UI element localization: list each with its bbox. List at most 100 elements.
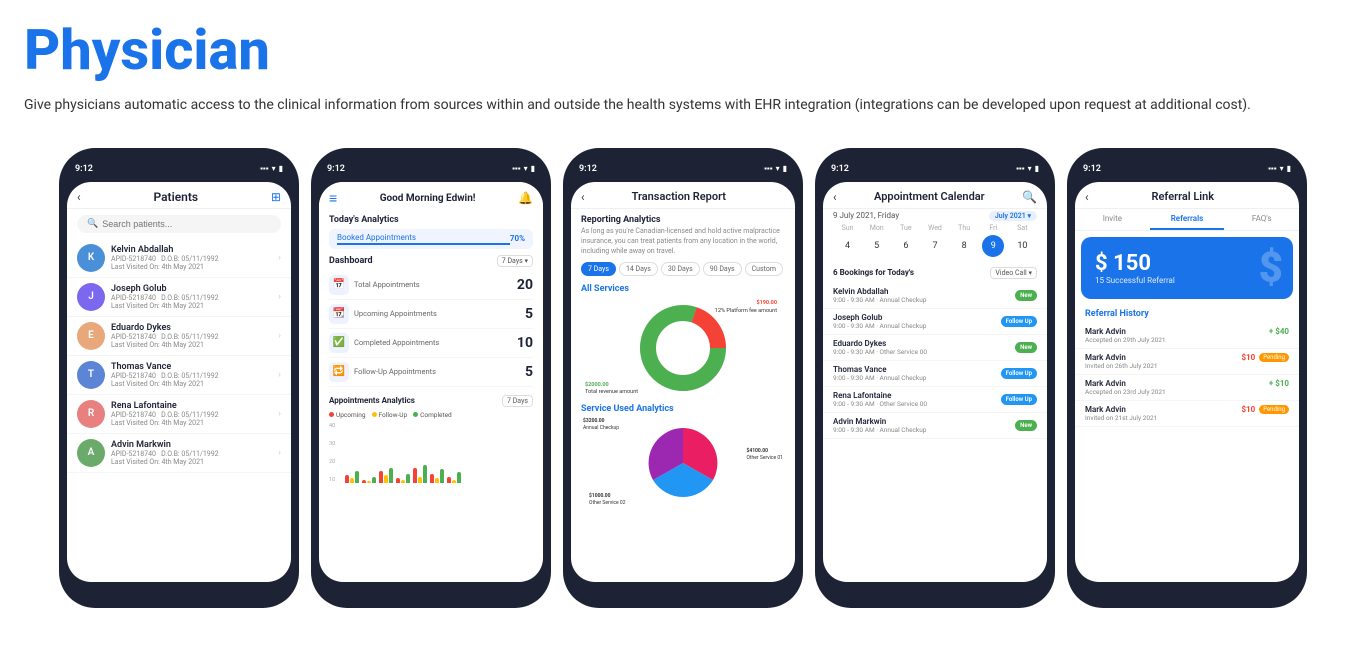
month-badge[interactable]: July 2021 ▾ (989, 211, 1037, 221)
phone-notch-2 (401, 160, 461, 176)
booking-info: Advin Markwin 9:00 - 9:30 AM · Annual Ch… (833, 417, 1015, 434)
patient-arrow-icon: › (278, 292, 281, 302)
phone-notch-4 (905, 160, 965, 176)
booking-info: Rena Lafontaine 9:00 - 9:30 AM · Other S… (833, 391, 1001, 408)
legend-followup: Follow-Up (372, 411, 408, 419)
calendar-search-icon[interactable]: 🔍 (1022, 190, 1037, 204)
patient-list-item[interactable]: E Eduardo Dykes APID-5218740 D.O.B: 05/1… (67, 317, 291, 356)
patient-name: Rena Lafontaine (111, 401, 272, 411)
booking-item[interactable]: Joseph Golub 9:00 - 9:30 AM · Annual Che… (823, 309, 1047, 335)
referral-title: Referral Link (1152, 190, 1215, 203)
legend-completed: Completed (413, 411, 452, 419)
appt-days-filter[interactable]: 7 Days (502, 395, 533, 407)
calendar-title: Appointment Calendar (874, 190, 985, 203)
filter-7days[interactable]: 7 Days (581, 262, 616, 276)
phone-notch-5 (1157, 160, 1217, 176)
booking-patient-name: Joseph Golub (833, 313, 1001, 322)
bar-completed (406, 474, 410, 483)
patient-list-item[interactable]: A Advin Markwin APID-5218740 D.O.B: 05/1… (67, 434, 291, 473)
patient-list: K Kelvin Abdallah APID-5218740 D.O.B: 05… (67, 239, 291, 473)
search-input[interactable] (102, 219, 271, 229)
wifi-icon-2: ▾ (524, 164, 528, 173)
patients-search-bar[interactable]: 🔍 (77, 215, 281, 233)
referral-history-list: Mark Advin + $40 Accepted on 29th July 2… (1075, 323, 1299, 427)
ref-item-header: Mark Advin + $10 (1085, 379, 1289, 388)
signal-icon-1: ▪▪▪ (260, 164, 269, 173)
booking-item[interactable]: Eduardo Dykes 9:00 - 9:30 AM · Other Ser… (823, 335, 1047, 361)
filter-custom[interactable]: Custom (745, 262, 783, 276)
stat-row: 🔁 Follow-Up Appointments 5 (329, 358, 533, 387)
cal-date-7[interactable]: 7 (924, 235, 946, 257)
date-display: 9 July 2021, Friday (833, 211, 899, 220)
patient-info: Thomas Vance APID-5218740 D.O.B: 05/11/1… (111, 362, 272, 388)
stat-row: 📆 Upcoming Appointments 5 (329, 300, 533, 329)
patient-list-item[interactable]: R Rena Lafontaine APID-5218740 D.O.B: 05… (67, 395, 291, 434)
phone-transaction: 9:12 ▪▪▪ ▾ ▮ ‹ Transaction Report Report… (563, 148, 803, 608)
booking-item[interactable]: Rena Lafontaine 9:00 - 9:30 AM · Other S… (823, 387, 1047, 413)
patient-list-item[interactable]: J Joseph Golub APID-5218740 D.O.B: 05/11… (67, 278, 291, 317)
booking-patient-name: Kelvin Abdallah (833, 287, 1015, 296)
patients-header: ‹ Patients ⊞ (67, 182, 291, 209)
dashboard-header: ≡ Good Morning Edwin! 🔔 (319, 182, 543, 211)
cal-date-10[interactable]: 10 (1011, 235, 1033, 257)
patient-arrow-icon: › (278, 370, 281, 380)
video-call-badge[interactable]: Video Call ▾ (990, 267, 1037, 279)
signal-icon-4: ▪▪▪ (1016, 164, 1025, 173)
stat-value: 5 (525, 364, 533, 380)
patient-list-item[interactable]: K Kelvin Abdallah APID-5218740 D.O.B: 05… (67, 239, 291, 278)
cal-date-8[interactable]: 8 (953, 235, 975, 257)
booking-item[interactable]: Thomas Vance 9:00 - 9:30 AM · Annual Che… (823, 361, 1047, 387)
upcoming-dot (329, 412, 334, 417)
booking-item[interactable]: Kelvin Abdallah 9:00 - 9:30 AM · Annual … (823, 283, 1047, 309)
patient-list-item[interactable]: T Thomas Vance APID-5218740 D.O.B: 05/11… (67, 356, 291, 395)
patient-avatar: R (77, 400, 105, 428)
referral-header: ‹ Referral Link (1075, 182, 1299, 209)
back-button-4[interactable]: ‹ (833, 190, 837, 204)
phone-notch-1 (149, 160, 209, 176)
phone-icons-1: ▪▪▪ ▾ ▮ (260, 164, 283, 173)
booking-time-service: 9:00 - 9:30 AM · Annual Checkup (833, 426, 1015, 434)
stat-value: 10 (517, 335, 533, 351)
ref-item-header: Mark Advin $10 Pending (1085, 405, 1289, 414)
filter-30days[interactable]: 30 Days (661, 262, 700, 276)
legend-upcoming: Upcoming (329, 411, 366, 419)
appt-analytics-header: Appointments Analytics 7 Days (329, 395, 533, 407)
menu-icon[interactable]: ≡ (329, 190, 337, 207)
booking-item[interactable]: Advin Markwin 9:00 - 9:30 AM · Annual Ch… (823, 413, 1047, 439)
patient-avatar: A (77, 439, 105, 467)
cal-date-4[interactable]: 4 (837, 235, 859, 257)
ref-item-header: Mark Advin + $40 (1085, 327, 1289, 336)
phone-calendar: 9:12 ▪▪▪ ▾ ▮ ‹ Appointment Calendar 🔍 9 … (815, 148, 1055, 608)
back-button-1[interactable]: ‹ (77, 190, 81, 204)
back-button-5[interactable]: ‹ (1085, 190, 1089, 204)
booked-bar: Booked Appointments 70% (329, 229, 533, 249)
tab-faqs[interactable]: FAQ's (1224, 209, 1299, 230)
tab-referrals[interactable]: Referrals (1150, 209, 1225, 230)
day-wed: Wed (924, 224, 946, 232)
grid-icon[interactable]: ⊞ (271, 190, 281, 204)
followup-label: Follow-Up (379, 411, 408, 419)
filter-90days[interactable]: 90 Days (703, 262, 742, 276)
day-sat: Sat (1011, 224, 1033, 232)
filter-14days[interactable]: 14 Days (619, 262, 658, 276)
booking-patient-name: Thomas Vance (833, 365, 1001, 374)
signal-icon-2: ▪▪▪ (512, 164, 521, 173)
patients-title: Patients (153, 190, 198, 204)
stat-value: 5 (525, 306, 533, 322)
back-button-3[interactable]: ‹ (581, 190, 585, 204)
cal-date-9[interactable]: 9 (982, 235, 1004, 257)
days-filter[interactable]: 7 Days ▾ (497, 255, 533, 267)
bell-icon[interactable]: 🔔 (518, 191, 533, 205)
stats-list: 📅 Total Appointments 20 📆 Upcoming Appoi… (329, 271, 533, 387)
tab-invite[interactable]: Invite (1075, 209, 1150, 230)
phone-icons-5: ▪▪▪ ▾ ▮ (1268, 164, 1291, 173)
dashboard-greeting: Good Morning Edwin! (380, 193, 476, 204)
transaction-screen: ‹ Transaction Report Reporting Analytics… (571, 182, 795, 582)
referral-screen: ‹ Referral Link Invite Referrals FAQ's $… (1075, 182, 1299, 582)
referral-history-title: Referral History (1075, 305, 1299, 323)
bar-followup (350, 478, 354, 483)
completed-dot (413, 412, 418, 417)
all-services-title: All Services (581, 284, 785, 294)
cal-date-5[interactable]: 5 (866, 235, 888, 257)
cal-date-6[interactable]: 6 (895, 235, 917, 257)
